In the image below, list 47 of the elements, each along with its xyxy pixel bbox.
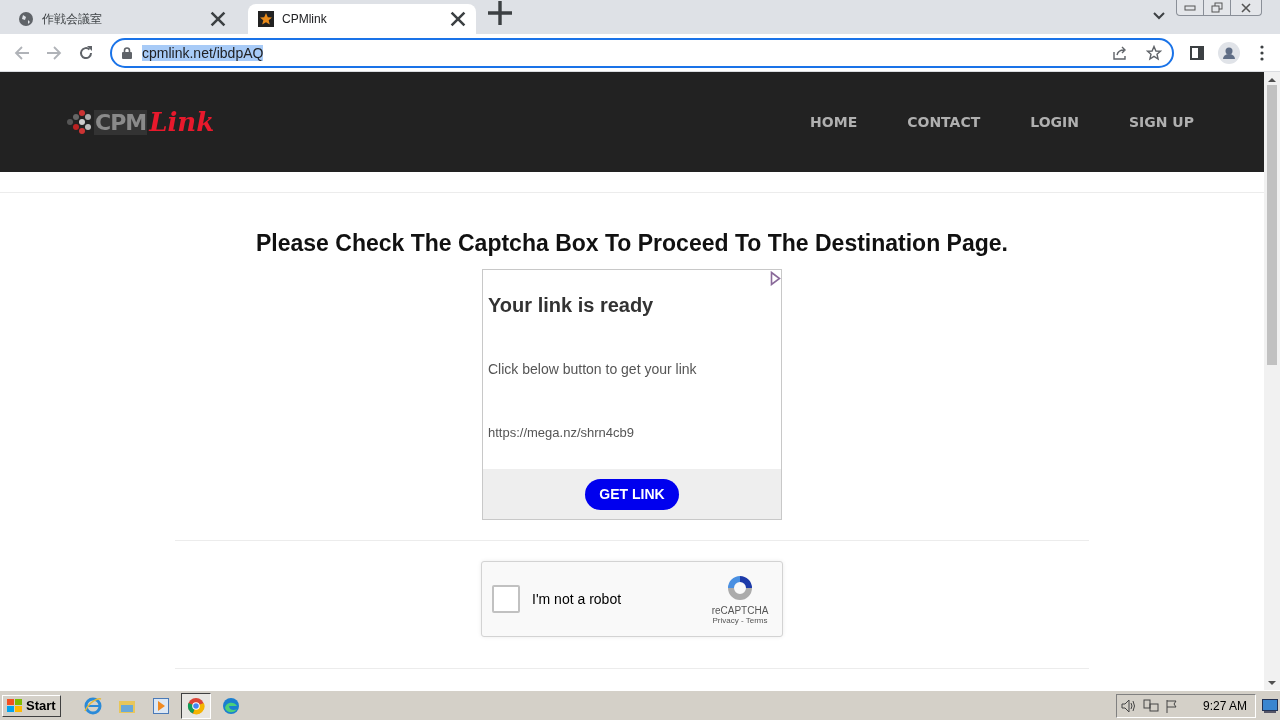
- scroll-up-arrow-icon[interactable]: [1268, 77, 1276, 83]
- page-heading: Please Check The Captcha Box To Proceed To The Destination Page.: [256, 230, 1008, 257]
- start-button[interactable]: Start: [2, 694, 61, 717]
- close-icon[interactable]: [450, 11, 466, 27]
- reload-icon[interactable]: [78, 44, 94, 61]
- network-icon[interactable]: [1142, 698, 1159, 713]
- browser-tab[interactable]: CPMlink: [248, 4, 476, 34]
- address-bar[interactable]: cpmlink.net/ibdpAQ: [110, 37, 1174, 68]
- speaker-icon[interactable]: [1120, 698, 1137, 713]
- minimize-icon: [1184, 4, 1196, 11]
- ad-title: Your link is ready: [488, 294, 655, 317]
- close-icon[interactable]: [210, 11, 226, 27]
- desktop-icon[interactable]: [1262, 698, 1278, 713]
- logo-dots-icon: [66, 109, 92, 135]
- lock-icon: [122, 46, 132, 59]
- chrome-icon[interactable]: [180, 692, 211, 719]
- nav-link[interactable]: CONTACT: [907, 114, 981, 130]
- flag-icon[interactable]: [1164, 698, 1179, 713]
- clock: 9:27 AM: [1202, 698, 1247, 713]
- close-icon: [1240, 2, 1252, 13]
- nav-link[interactable]: SIGN UP: [1129, 114, 1194, 130]
- captcha-legal-links[interactable]: Privacy - Terms: [712, 616, 768, 625]
- get-link-button[interactable]: GET LINK: [585, 478, 679, 510]
- nav-link[interactable]: LOGIN: [1030, 114, 1079, 130]
- url-text: cpmlink.net/ibdpAQ: [142, 44, 264, 61]
- scroll-down-arrow-icon[interactable]: [1268, 680, 1276, 686]
- logo-wordmark: Link: [149, 107, 215, 137]
- profile-icon[interactable]: [1218, 41, 1240, 64]
- ad-text: Click below button to get your link: [488, 361, 698, 377]
- star-icon[interactable]: [1146, 44, 1162, 61]
- star-icon: [258, 11, 274, 27]
- plus-icon[interactable]: [488, 1, 512, 25]
- logo-mark: CPM: [94, 109, 148, 135]
- scrollbar[interactable]: [1264, 72, 1280, 690]
- globe-icon: [18, 11, 34, 27]
- share-icon[interactable]: [1112, 44, 1128, 61]
- windows-logo-icon: [7, 698, 23, 713]
- menu-icon[interactable]: [1260, 44, 1264, 61]
- side-panel-icon[interactable]: [1190, 45, 1204, 60]
- ad-url: https://mega.nz/shrn4cb9: [488, 425, 635, 440]
- nav-link[interactable]: HOME: [810, 114, 858, 130]
- recaptcha-logo-icon: [725, 573, 755, 603]
- browser-tab[interactable]: 作戦会議室: [8, 4, 236, 34]
- captcha-brand: reCAPTCHA: [711, 605, 769, 616]
- play-triangle-icon[interactable]: [770, 271, 781, 286]
- captcha-label: I'm not a robot: [532, 591, 623, 607]
- captcha-checkbox[interactable]: [492, 585, 520, 613]
